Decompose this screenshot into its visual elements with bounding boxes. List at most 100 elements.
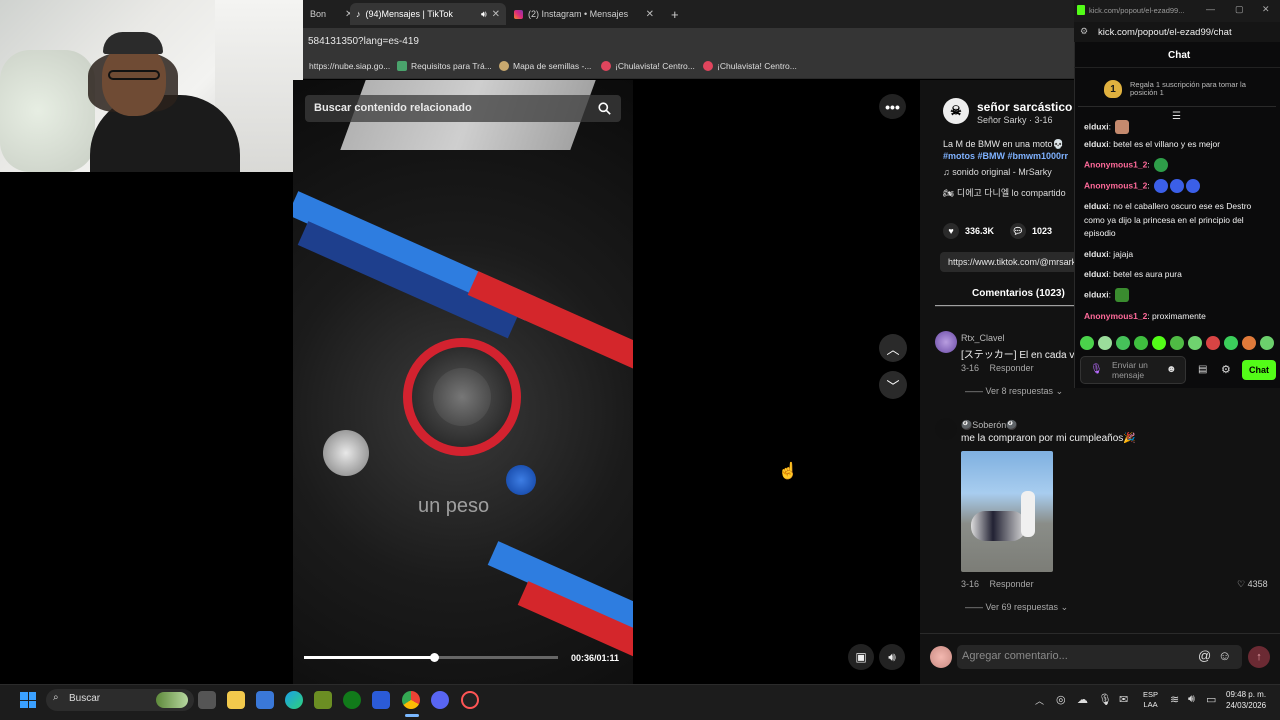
outlook-icon[interactable]	[372, 691, 390, 709]
taskbar-clock[interactable]: 09:48 p. m. 24/03/2026	[1226, 689, 1266, 711]
url-field[interactable]: 584131350?lang=es-419	[308, 36, 419, 47]
gift-icon[interactable]: ▤	[1198, 364, 1207, 375]
next-video-button[interactable]: ﹀	[879, 371, 907, 399]
more-options-button[interactable]: •••	[879, 94, 906, 119]
bookmark-item[interactable]: https://nube.siap.go...	[309, 61, 390, 71]
sound-link[interactable]: ♫ sonido original - MrSarky	[943, 167, 1052, 177]
windows-start-icon[interactable]	[20, 692, 36, 708]
volume-button[interactable]: 🔊︎	[879, 644, 905, 670]
author-avatar[interactable]: ☠	[943, 98, 969, 124]
emote-icon[interactable]	[1080, 336, 1094, 350]
wifi-icon[interactable]: ≋	[1170, 693, 1179, 706]
minecraft-icon[interactable]	[314, 691, 332, 709]
emoji-icon[interactable]: ☺	[1218, 648, 1231, 663]
chat-text: jajaja	[1113, 249, 1134, 259]
bookmark-icon	[499, 61, 509, 71]
emote-icon[interactable]	[1116, 336, 1130, 350]
emote-icon[interactable]	[1170, 336, 1184, 350]
video-player[interactable]: un peso	[293, 80, 633, 684]
tab-label: (2) Instagram • Mensajes	[528, 9, 629, 19]
notification-tray-icon[interactable]: ✉︎	[1119, 693, 1128, 706]
chat-username[interactable]: Anonymous1_2	[1084, 180, 1147, 190]
bookmark-item[interactable]: Mapa de semillas -...	[499, 61, 591, 71]
post-comment-button[interactable]: ↑	[1248, 646, 1270, 668]
chat-username[interactable]: elduxi	[1084, 249, 1109, 259]
tray-app-icon[interactable]: ◎	[1056, 693, 1066, 706]
close-tab-icon[interactable]: ✕	[492, 9, 500, 20]
emote-icon[interactable]	[1098, 336, 1112, 350]
bookmark-label: ¡Chulavista! Centro...	[717, 61, 797, 71]
microphone-icon[interactable]: 🎙︎	[1090, 364, 1103, 375]
caption-hashtags[interactable]: #motos #BMW #bmwm1000rr	[943, 151, 1068, 161]
microsoft-store-icon[interactable]	[256, 691, 274, 709]
chat-username[interactable]: elduxi	[1084, 269, 1109, 279]
close-tab-icon[interactable]: ✕	[646, 9, 654, 20]
chevron-up-icon[interactable]: ︿	[1035, 694, 1044, 707]
bookmark-item[interactable]: ¡Chulavista! Centro...	[601, 61, 695, 71]
chat-text: no el caballero oscuro ese es Destro com…	[1084, 201, 1252, 238]
chat-username[interactable]: elduxi	[1084, 121, 1109, 131]
speaker-icon[interactable]: 🔊︎	[481, 9, 487, 20]
mention-icon[interactable]: @	[1198, 648, 1211, 663]
bookmark-item[interactable]: ¡Chulavista! Centro...	[703, 61, 797, 71]
emote-icon[interactable]	[1134, 336, 1148, 350]
video-time: 00:36/01:11	[571, 653, 620, 663]
chat-username[interactable]: Anonymous1_2	[1084, 311, 1147, 321]
battery-icon[interactable]: ▭	[1206, 693, 1216, 706]
bookmark-item[interactable]: Requisitos para Trá...	[397, 61, 492, 71]
emote-icon[interactable]	[1260, 336, 1274, 350]
chat-username[interactable]: elduxi	[1084, 139, 1109, 149]
chat-settings-icon[interactable]: ⚙︎	[1221, 363, 1231, 376]
chat-username[interactable]: elduxi	[1084, 201, 1109, 211]
volume-tray-icon[interactable]: 🔊︎	[1188, 693, 1195, 706]
new-tab-button[interactable]: +	[665, 3, 685, 25]
video-link-box[interactable]: https://www.tiktok.com/@mrsarky	[940, 252, 1090, 272]
tab-tiktok[interactable]: ♪ (94)Mensajes | TikTok 🔊︎ ✕	[350, 3, 506, 25]
emoji-picker-icon[interactable]: ☻	[1166, 364, 1177, 375]
comment-author[interactable]: 🎱Soberón🎱	[961, 420, 1017, 431]
view-replies-button[interactable]: —— Ver 8 respuestas ⌄	[965, 386, 1063, 397]
site-settings-icon[interactable]: ⚙︎	[1080, 26, 1088, 37]
reply-button[interactable]: Responder	[990, 579, 1034, 589]
chrome-icon[interactable]	[402, 691, 420, 709]
chat-send-button[interactable]: Chat	[1242, 360, 1276, 380]
picture-in-picture-button[interactable]: ▣	[848, 644, 874, 670]
comment-photo[interactable]	[961, 451, 1053, 572]
chat-username[interactable]: Anonymous1_2	[1084, 159, 1147, 169]
file-explorer-icon[interactable]	[227, 691, 245, 709]
task-view-icon[interactable]	[198, 691, 216, 709]
maximize-icon[interactable]: ▢	[1235, 4, 1244, 15]
obs-icon[interactable]	[461, 691, 479, 709]
minimize-icon[interactable]: —	[1206, 4, 1215, 14]
emote-icon[interactable]	[1206, 336, 1220, 350]
view-replies-button[interactable]: —— Ver 69 respuestas ⌄	[965, 602, 1068, 613]
previous-video-button[interactable]: ︿	[879, 334, 907, 362]
microphone-tray-icon[interactable]: 🎙︎	[1098, 693, 1112, 706]
language-indicator[interactable]: ESP LAA	[1143, 690, 1158, 710]
gift-sub-prompt[interactable]: Regala 1 suscripción para tomar la posic…	[1130, 81, 1260, 97]
xbox-icon[interactable]	[343, 691, 361, 709]
tab-comments[interactable]: Comentarios (1023)	[972, 288, 1065, 299]
chat-username[interactable]: elduxi	[1084, 289, 1109, 299]
reply-button[interactable]: Responder	[990, 363, 1034, 373]
chat-message: Anonymous1_2: proximamente	[1084, 311, 1206, 321]
comment-button[interactable]: 💬︎ 1023	[1010, 223, 1052, 239]
emote-icon[interactable]	[1242, 336, 1256, 350]
tab-instagram[interactable]: (2) Instagram • Mensajes ✕	[508, 3, 660, 25]
close-window-icon[interactable]: ✕	[1262, 4, 1270, 15]
kick-url[interactable]: kick.com/popout/el-ezad99/chat	[1098, 27, 1232, 38]
emote-icon[interactable]	[1188, 336, 1202, 350]
comment-avatar[interactable]	[935, 418, 957, 440]
author-name[interactable]: señor sarcástico	[977, 100, 1072, 114]
comment-author[interactable]: Rtx_Clavel	[961, 333, 1005, 343]
emote-icon[interactable]	[1152, 336, 1166, 350]
comment-avatar[interactable]	[935, 331, 957, 353]
comment-like-button[interactable]: ♡ 4358	[1237, 579, 1268, 590]
video-progress-handle[interactable]	[430, 653, 439, 662]
edge-icon[interactable]	[285, 691, 303, 709]
emote-icon[interactable]	[1224, 336, 1238, 350]
cloud-icon[interactable]: ☁︎	[1077, 693, 1088, 706]
discord-icon[interactable]	[431, 691, 449, 709]
like-button[interactable]: ♥ 336.3K	[943, 223, 994, 239]
search-icon[interactable]	[591, 97, 617, 120]
